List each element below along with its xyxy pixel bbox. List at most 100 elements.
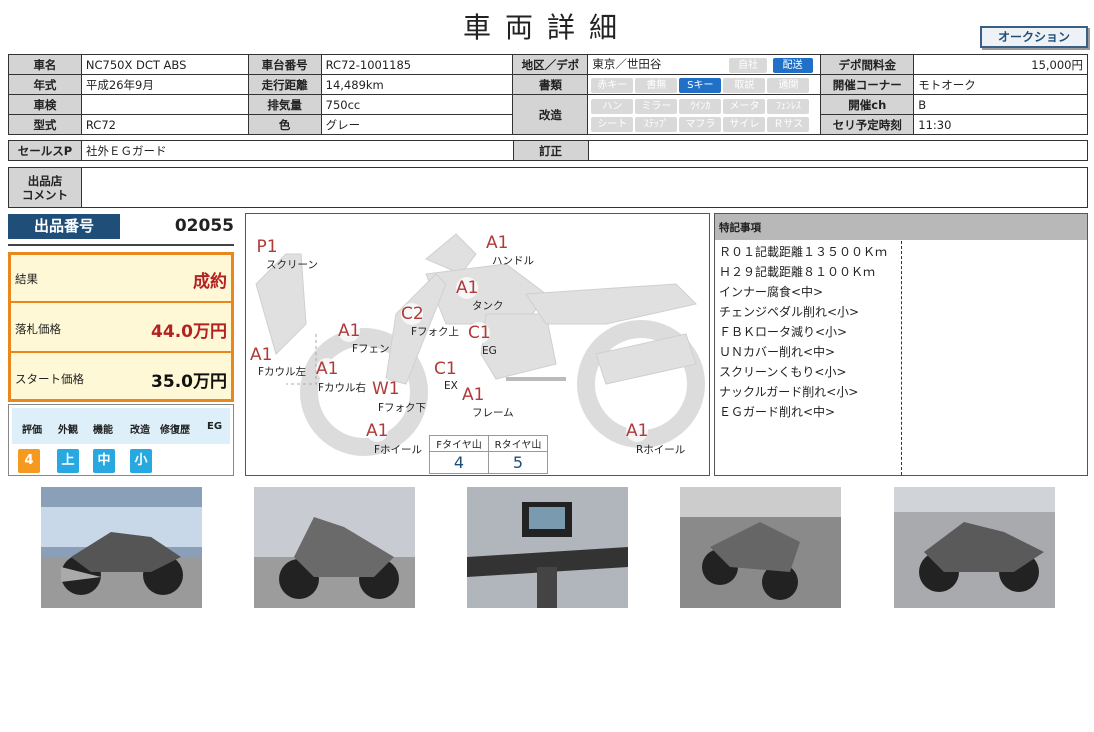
mark-cowl-left-label: Fカウル左 — [258, 366, 307, 378]
pill-customs: 通関 — [767, 77, 810, 93]
vehicle-name: NC750X DCT ABS — [80, 54, 249, 75]
displacement-value: 750cc — [320, 94, 514, 115]
model-value: RC72 — [80, 114, 249, 135]
pill-manual: 取説 — [723, 77, 766, 93]
comment-header-line1: 出品店 — [27, 173, 63, 188]
auction-button[interactable]: オークション — [980, 26, 1088, 48]
correction-header: 訂正 — [512, 140, 589, 161]
mark-cowl-right-label: Fカウル右 — [318, 382, 367, 394]
lot-divider — [8, 244, 234, 246]
eval-header-rating: 評価 — [22, 425, 42, 436]
inspection-header: 車検 — [8, 94, 82, 115]
pill-own: 自社 — [728, 58, 767, 73]
pill-muffler: マフラ — [679, 116, 722, 132]
vehicle-photo-1[interactable] — [41, 487, 202, 608]
docs-header: 書類 — [512, 74, 589, 95]
corner-value: モトオーク — [913, 74, 1088, 95]
mark-rear-wheel: A1 — [626, 420, 649, 442]
result-row: 結果 成約 — [11, 255, 231, 303]
tire-table: Fタイヤ山 Rタイヤ山 4 5 — [429, 435, 548, 474]
tire-front-value: 4 — [429, 451, 489, 474]
mark-tank-label: タンク — [472, 300, 504, 312]
mark-screen: P1 — [256, 236, 278, 258]
note-line: ナックルガード削れ<小> — [719, 385, 859, 399]
docs-cell: 赤キー 書無 Sキー 取説 通関 — [587, 74, 822, 95]
pill-mirror: ミラー — [635, 98, 678, 114]
mark-front-wheel: A1 — [366, 420, 389, 442]
sales-point-table: セールスP 社外ＥＧガード 訂正 — [8, 140, 1089, 161]
sales-header: セールスP — [8, 140, 82, 161]
year-header: 年式 — [8, 74, 82, 95]
comment-header-line2: コメント — [21, 187, 68, 202]
damage-diagram: P1 スクリーン A1 ハンドル A1 タンク C2 Fフォク上 C1 EG A… — [245, 213, 710, 476]
pill-meter: メータ — [723, 98, 766, 114]
note-line: スクリーンくもり<小> — [719, 365, 847, 379]
lot-label: 出品番号 — [8, 214, 120, 239]
notes-divider — [901, 241, 902, 475]
note-line: Ｈ２９記載距離８１００Ｋｍ — [719, 265, 876, 279]
note-line: インナー腐食<中> — [719, 285, 824, 299]
pill-winker: ｳｲﾝｶ — [679, 98, 722, 114]
evaluation-panel: 評価 外観 機能 改造 修復歴 EG 4 上 中 小 — [8, 404, 234, 476]
note-line: チェンジペダル削れ<小> — [719, 305, 860, 319]
fee-value: 15,000円 — [913, 54, 1088, 75]
pill-s-key: Sキー — [679, 77, 722, 93]
mark-exhaust: C1 — [434, 358, 457, 380]
eval-header-function: 機能 — [93, 425, 113, 436]
pill-step: ｽﾃｯﾌﾟ — [635, 116, 678, 132]
bid-value: 44.0万円 — [151, 322, 227, 342]
sales-value: 社外ＥＧガード — [80, 140, 514, 161]
channel-value: B — [913, 94, 1088, 115]
note-line: Ｒ０１記載距離１３５００Ｋｍ — [719, 245, 888, 259]
tire-rear-label: Rタイヤ山 — [488, 435, 548, 452]
eval-function: 中 — [93, 449, 115, 473]
mark-front-wheel-label: Fホイール — [374, 444, 423, 456]
mark-rear-wheel-label: Rホイール — [636, 444, 686, 456]
vehicle-info-table: 車名 NC750X DCT ABS 車台番号 RC72-1001185 地区／デ… — [8, 54, 1088, 135]
eval-header-exterior: 外観 — [58, 425, 78, 436]
mark-handle-label: ハンドル — [492, 255, 534, 267]
pill-red-key: 赤キー — [591, 77, 634, 93]
notes-header: 特記事項 — [715, 214, 1087, 240]
vehicle-photo-3[interactable] — [467, 487, 628, 608]
color-value: グレー — [320, 114, 514, 135]
vehicle-photo-5[interactable] — [894, 487, 1055, 608]
pill-handle: ハン — [591, 98, 634, 114]
result-label: 結果 — [15, 272, 38, 286]
notes-panel: 特記事項 Ｒ０１記載距離１３５００Ｋｍ Ｈ２９記載距離８１００Ｋｍ インナー腐食… — [714, 213, 1088, 476]
start-value: 35.0万円 — [151, 372, 227, 392]
region-header: 地区／デポ — [512, 54, 589, 75]
vehicle-photo-2[interactable] — [254, 487, 415, 608]
comment-value — [80, 167, 1089, 208]
mark-exhaust-label: EX — [444, 380, 458, 392]
pill-r-suspension: Ｒサス — [767, 116, 810, 132]
eval-header-repair: 修復歴 — [160, 425, 190, 436]
bid-label: 落札価格 — [15, 322, 61, 336]
region-cell: 東京／世田谷 自社 配送 — [587, 54, 822, 75]
eval-exterior: 上 — [57, 449, 79, 473]
fee-header: デポ間料金 — [820, 54, 915, 75]
mark-screen-label: スクリーン — [266, 259, 318, 271]
mark-front-fender-label: Fフェン — [352, 343, 390, 355]
correction-value — [587, 140, 1089, 161]
mod-header: 改造 — [512, 94, 589, 135]
vehicle-photo-4[interactable] — [680, 487, 841, 608]
start-label: スタート価格 — [15, 372, 84, 386]
mark-fork-lower-label: Fフォク下 — [378, 402, 427, 414]
mark-fork-lower: W1 — [372, 378, 400, 400]
mark-fork-upper: C2 — [401, 303, 424, 325]
result-value: 成約 — [193, 272, 227, 292]
corner-header: 開催コーナー — [820, 74, 915, 95]
evaluation-header: 評価 外観 機能 改造 修復歴 EG — [12, 408, 230, 444]
mark-frame: A1 — [462, 384, 485, 406]
note-line: ＥＧガード削れ<中> — [719, 405, 836, 419]
channel-header: 開催ch — [820, 94, 915, 115]
time-value: 11:30 — [913, 114, 1088, 135]
color-header: 色 — [247, 114, 322, 135]
comment-header: 出品店 コメント — [8, 167, 82, 208]
tire-rear-value: 5 — [488, 451, 548, 474]
region-value: 東京／世田谷 — [592, 57, 662, 71]
result-panel: 結果 成約 落札価格 44.0万円 スタート価格 35.0万円 — [8, 252, 234, 402]
mark-engine-label: EG — [482, 345, 497, 357]
pill-seat: シート — [591, 116, 634, 132]
